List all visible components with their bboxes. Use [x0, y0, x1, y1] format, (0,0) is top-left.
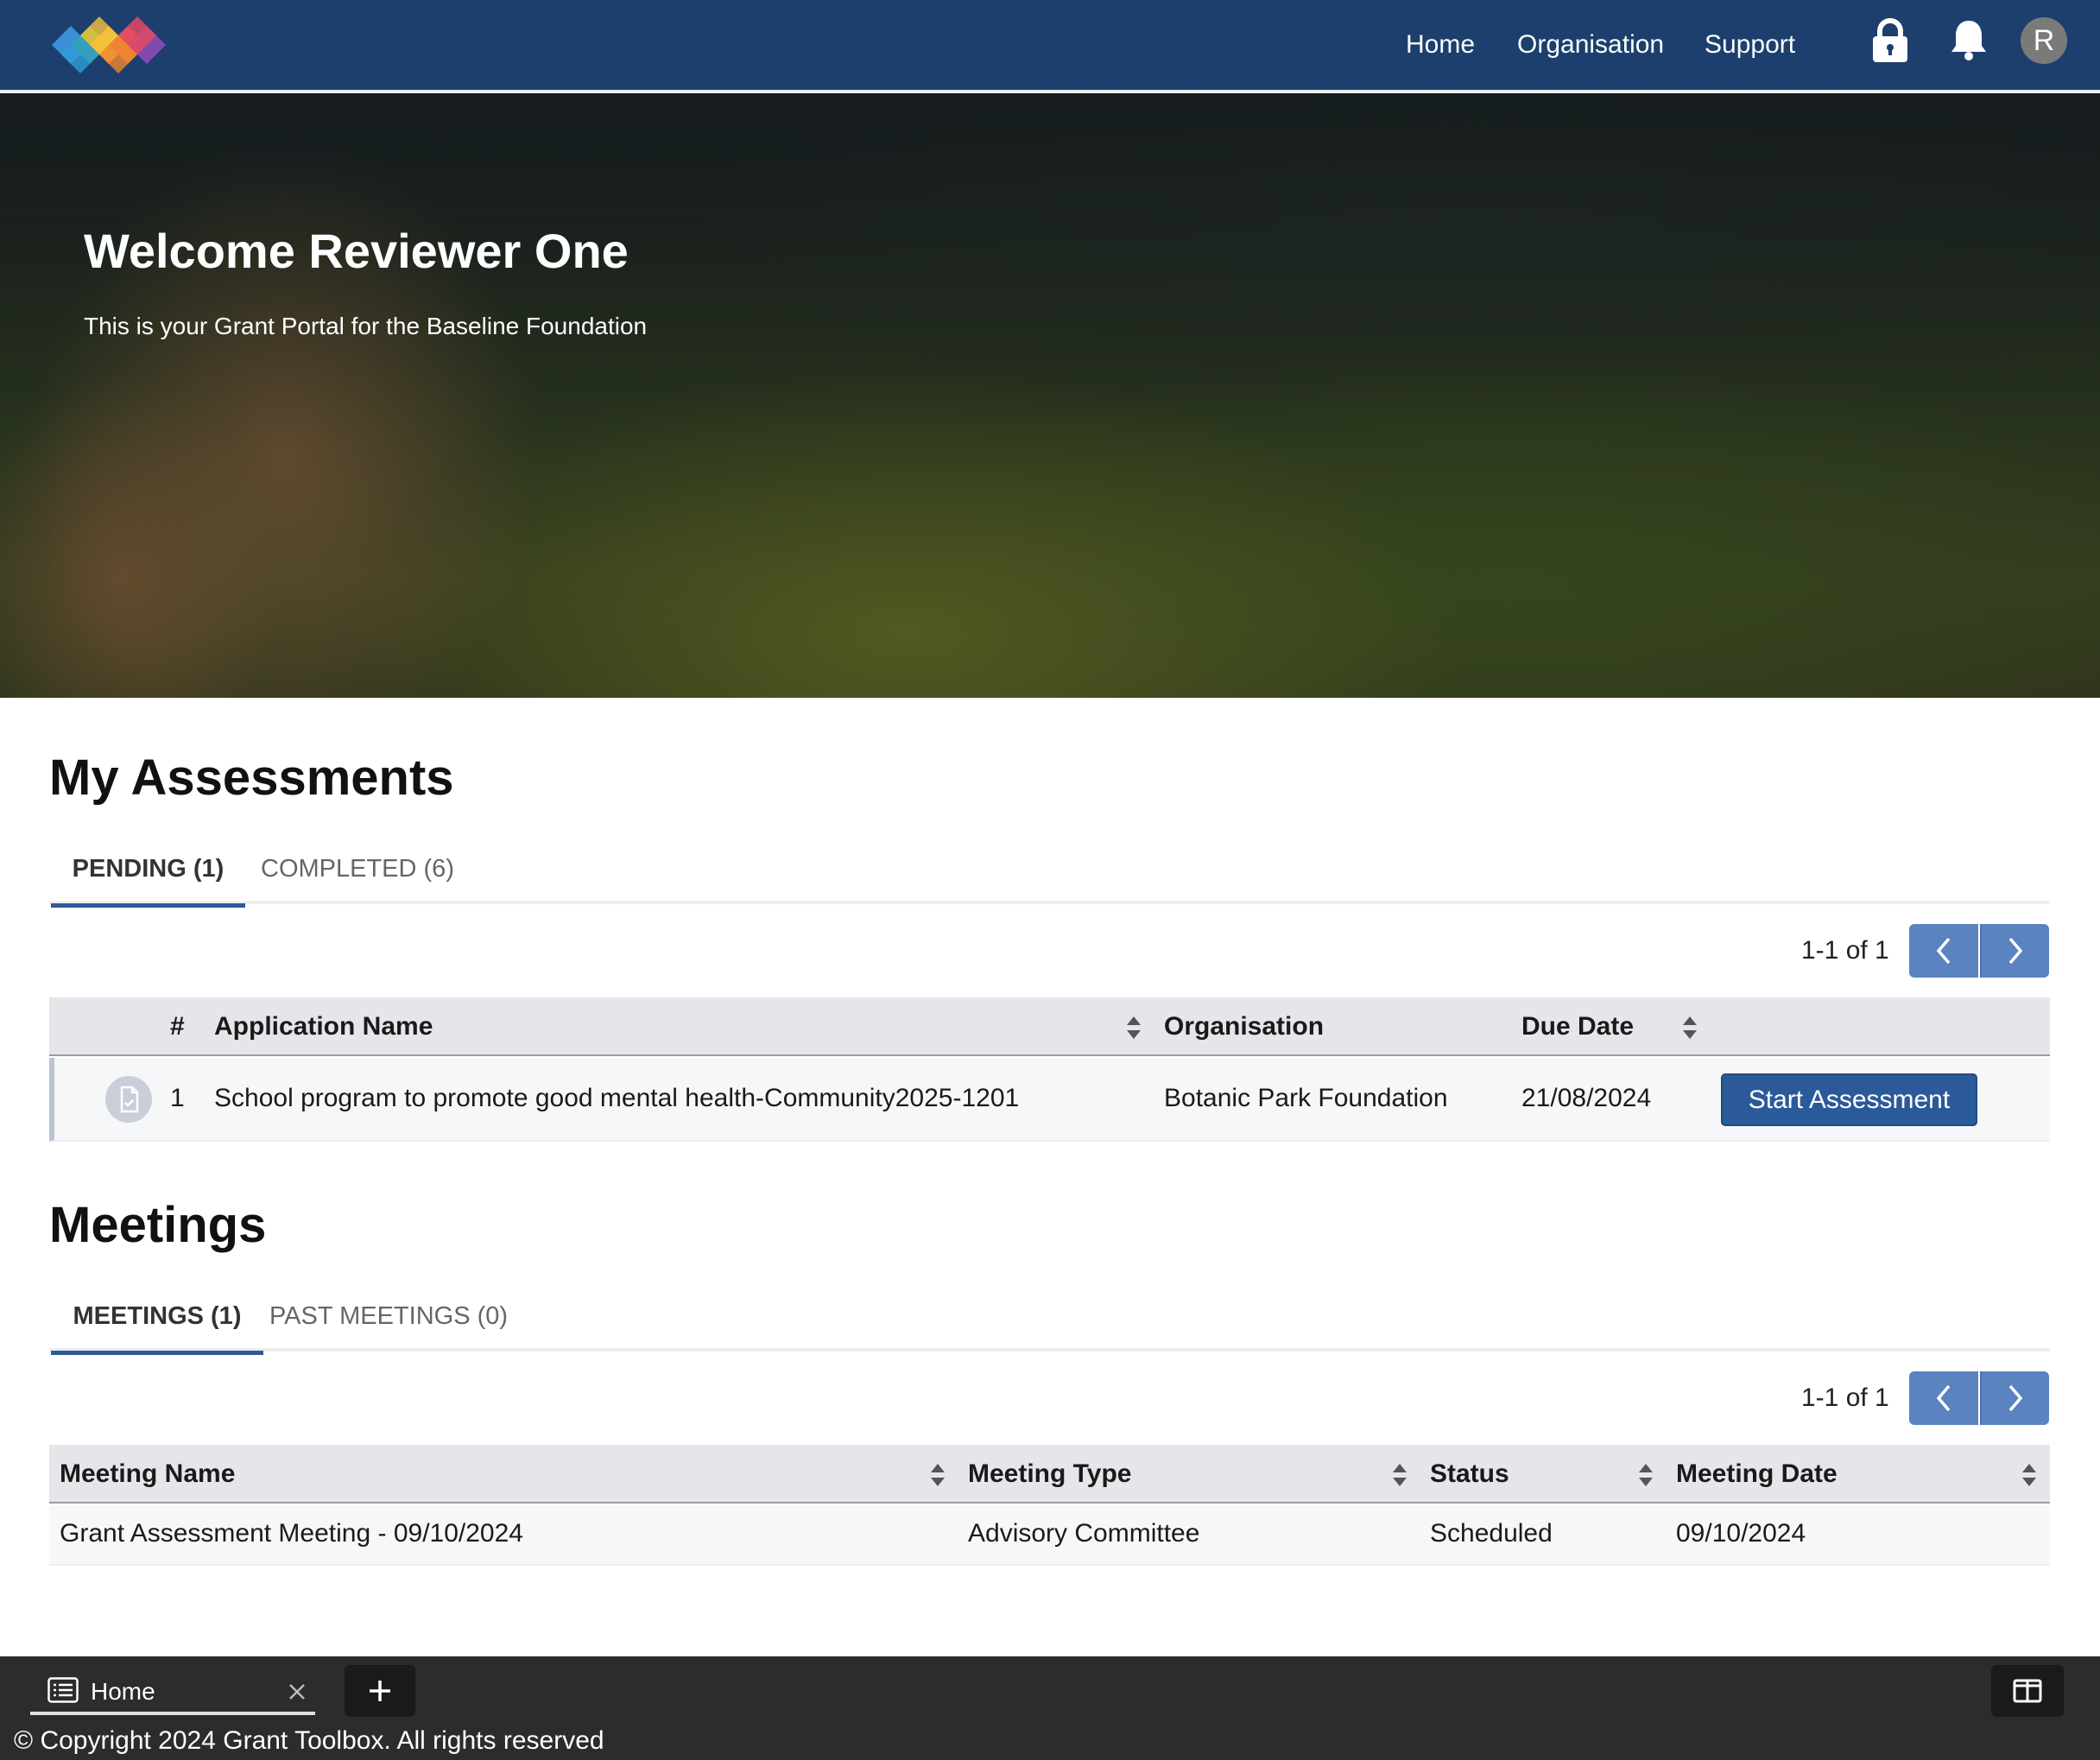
column-due-date[interactable]: Due Date [1521, 997, 1634, 1056]
assessments-heading: My Assessments [49, 750, 454, 806]
meetings-next-page-button[interactable] [1980, 1371, 2049, 1425]
close-icon[interactable] [288, 1682, 307, 1701]
tab-past-meetings[interactable]: PAST MEETINGS (0) [263, 1288, 514, 1352]
bell-icon[interactable] [1949, 17, 1989, 64]
plus-icon [370, 1681, 390, 1701]
chevron-right-icon [2008, 937, 2023, 965]
hero-banner: Welcome Reviewer One This is your Grant … [0, 93, 2100, 698]
tab-completed[interactable]: COMPLETED (6) [245, 840, 470, 904]
assessments-tabs: PENDING (1) COMPLETED (6) [49, 840, 2050, 908]
tab-meetings[interactable]: MEETINGS (1) [51, 1288, 263, 1355]
meetings-pager-count: 1-1 of 1 [1801, 1383, 1889, 1412]
sort-icon[interactable] [1637, 1462, 1654, 1488]
hero-overlay [0, 93, 2100, 698]
sort-icon[interactable] [2021, 1462, 2038, 1488]
browser-tab-label: Home [91, 1678, 155, 1705]
copyright-text: © Copyright 2024 Grant Toolbox. All righ… [14, 1726, 604, 1755]
assessments-prev-page-button[interactable] [1909, 924, 1978, 978]
tab-pending[interactable]: PENDING (1) [51, 840, 245, 908]
meeting-name-cell[interactable]: Grant Assessment Meeting - 09/10/2024 [60, 1519, 523, 1548]
column-organisation: Organisation [1164, 1012, 1325, 1041]
lock-icon[interactable] [1870, 17, 1910, 64]
top-navigation-bar: Home Organisation Support R [0, 0, 2100, 92]
column-meeting-name[interactable]: Meeting Name [60, 1445, 235, 1504]
column-status[interactable]: Status [1430, 1445, 1509, 1504]
organisation-cell: Botanic Park Foundation [1164, 1084, 1448, 1112]
nav-link-home[interactable]: Home [1406, 28, 1475, 62]
meetings-heading: Meetings [49, 1197, 267, 1253]
bottom-tab-bar: Home © Copyright 2024 Grant Toolbox. All… [0, 1656, 2100, 1760]
row-number: 1 [170, 1084, 185, 1112]
sort-icon[interactable] [1125, 1015, 1142, 1041]
welcome-subtitle: This is your Grant Portal for the Baseli… [84, 313, 648, 339]
column-meeting-type[interactable]: Meeting Type [968, 1445, 1131, 1504]
column-meeting-date[interactable]: Meeting Date [1676, 1445, 1838, 1504]
meeting-status-cell: Scheduled [1430, 1519, 1553, 1548]
browser-tab-home[interactable]: Home [30, 1668, 315, 1715]
split-view-button[interactable] [1991, 1665, 2064, 1717]
application-name-cell[interactable]: School program to promote good mental he… [214, 1084, 1019, 1113]
start-assessment-button[interactable]: Start Assessment [1721, 1073, 1977, 1126]
meeting-type-cell: Advisory Committee [968, 1519, 1200, 1548]
sort-icon[interactable] [1391, 1462, 1408, 1488]
assessments-next-page-button[interactable] [1980, 924, 2049, 978]
due-date-cell: 21/08/2024 [1521, 1084, 1652, 1112]
list-icon [47, 1677, 79, 1703]
welcome-heading: Welcome Reviewer One [84, 224, 629, 278]
sort-icon[interactable] [1681, 1015, 1698, 1041]
user-avatar[interactable]: R [2021, 17, 2067, 64]
sort-icon[interactable] [929, 1462, 946, 1488]
nav-link-support[interactable]: Support [1705, 28, 1795, 62]
brand-logo[interactable] [26, 7, 168, 83]
document-icon [105, 1076, 152, 1123]
meetings-prev-page-button[interactable] [1909, 1371, 1978, 1425]
column-number: # [170, 1012, 185, 1041]
assessments-pager-count: 1-1 of 1 [1801, 936, 1889, 965]
chevron-left-icon [1936, 937, 1951, 965]
chevron-left-icon [1936, 1384, 1951, 1412]
new-tab-button[interactable] [345, 1665, 415, 1717]
table-row[interactable]: Grant Assessment Meeting - 09/10/2024 Ad… [49, 1505, 2050, 1566]
meetings-tabs: MEETINGS (1) PAST MEETINGS (0) [49, 1288, 2050, 1355]
nav-link-organisation[interactable]: Organisation [1517, 28, 1664, 62]
meetings-table-header: Meeting Name Meeting Type Status Meeting… [49, 1445, 2050, 1504]
chevron-right-icon [2008, 1384, 2023, 1412]
split-view-icon [2013, 1679, 2042, 1703]
assessments-table-header: # Application Name Organisation Due Date [49, 997, 2050, 1056]
column-application-name[interactable]: Application Name [214, 997, 433, 1056]
meeting-date-cell: 09/10/2024 [1676, 1519, 1806, 1548]
